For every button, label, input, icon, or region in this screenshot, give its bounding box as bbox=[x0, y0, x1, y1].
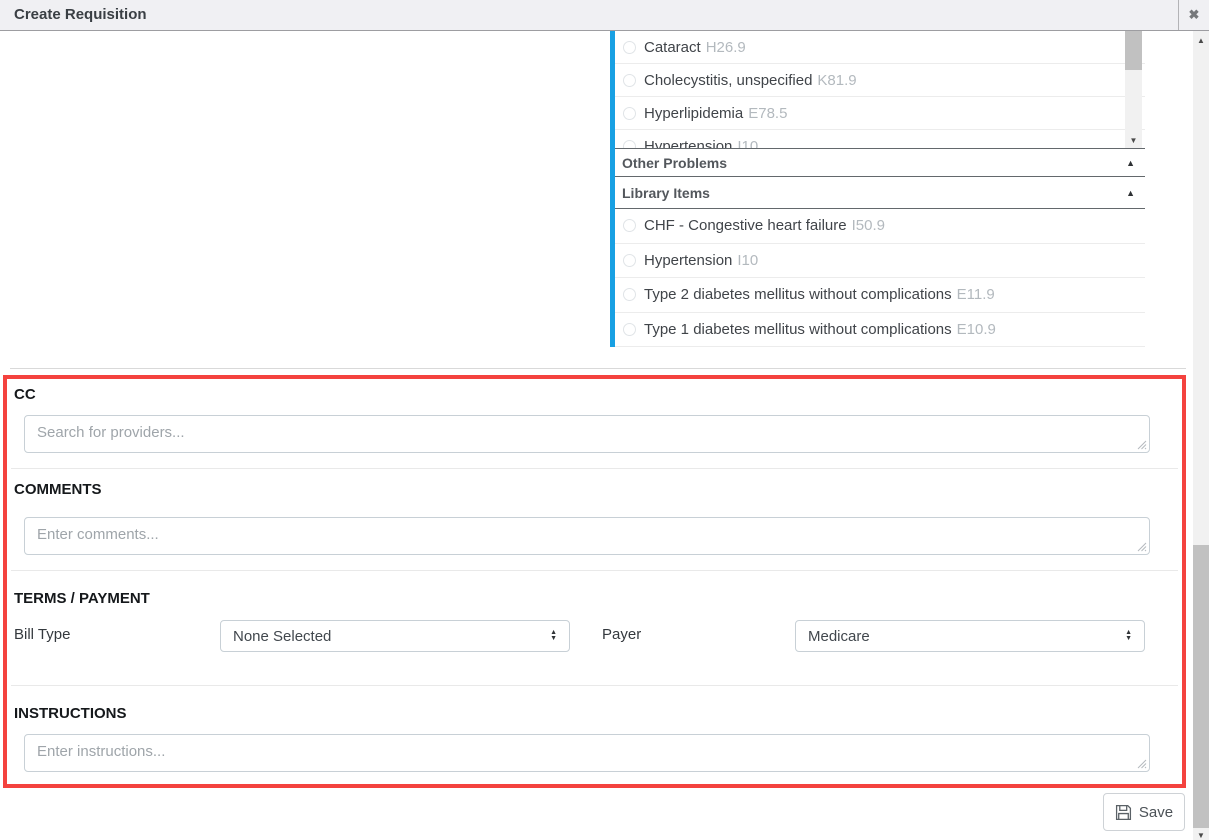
problem-item[interactable]: Cholecystitis, unspecified K81.9 bbox=[615, 64, 1145, 97]
cc-field-wrap bbox=[24, 415, 1150, 453]
page-title: Create Requisition bbox=[14, 6, 147, 23]
comments-label: COMMENTS bbox=[14, 481, 102, 498]
radio-button[interactable] bbox=[623, 107, 636, 120]
bill-type-select[interactable]: None Selected ▲▼ bbox=[220, 620, 570, 652]
close-button[interactable]: ✖ bbox=[1178, 0, 1209, 30]
radio-button[interactable] bbox=[623, 323, 636, 336]
form-divider bbox=[11, 685, 1178, 686]
cc-label: CC bbox=[14, 386, 36, 403]
collapse-icon: ▲ bbox=[1126, 188, 1135, 198]
modal-body: Cataract H26.9 Cholecystitis, unspecifie… bbox=[0, 31, 1209, 840]
form-divider bbox=[11, 468, 1178, 469]
modal-header: Create Requisition ✖ bbox=[0, 0, 1209, 31]
comments-field-wrap bbox=[24, 517, 1150, 555]
radio-button[interactable] bbox=[623, 254, 636, 267]
problem-item[interactable]: Hyperlipidemia E78.5 bbox=[615, 97, 1145, 130]
diagnosis-panel: Cataract H26.9 Cholecystitis, unspecifie… bbox=[610, 31, 1145, 347]
library-item[interactable]: Hypertension I10 bbox=[615, 244, 1145, 279]
scroll-down-icon[interactable]: ▼ bbox=[1193, 832, 1209, 840]
collapse-icon: ▲ bbox=[1126, 158, 1135, 168]
save-icon bbox=[1115, 804, 1132, 821]
payer-label: Payer bbox=[602, 626, 641, 643]
library-item[interactable]: Type 2 diabetes mellitus without complic… bbox=[615, 278, 1145, 313]
comments-input[interactable] bbox=[24, 517, 1150, 555]
save-button[interactable]: Save bbox=[1103, 793, 1185, 831]
other-problems-header[interactable]: Other Problems ▲ bbox=[615, 148, 1145, 177]
section-divider bbox=[10, 368, 1186, 369]
instructions-field-wrap bbox=[24, 734, 1150, 772]
problems-scrollbar[interactable]: ▼ bbox=[1125, 31, 1142, 148]
select-arrows-icon: ▲▼ bbox=[1125, 630, 1132, 642]
instructions-label: INSTRUCTIONS bbox=[14, 705, 127, 722]
radio-button[interactable] bbox=[623, 140, 636, 149]
radio-button[interactable] bbox=[623, 288, 636, 301]
modal-scrollbar[interactable]: ▲ ▼ bbox=[1193, 31, 1209, 840]
requisition-form-highlight: CC COMMENTS TERMS / PAYMENT Bill Type No… bbox=[3, 375, 1186, 788]
scrollbar-thumb[interactable] bbox=[1193, 545, 1209, 828]
problems-scroll-list: Cataract H26.9 Cholecystitis, unspecifie… bbox=[615, 31, 1145, 148]
instructions-input[interactable] bbox=[24, 734, 1150, 772]
radio-button[interactable] bbox=[623, 74, 636, 87]
scroll-up-icon[interactable]: ▲ bbox=[1193, 37, 1209, 45]
scrollbar-thumb[interactable] bbox=[1125, 31, 1142, 70]
library-items-list: CHF - Congestive heart failure I50.9 Hyp… bbox=[615, 209, 1145, 347]
library-item[interactable]: Type 1 diabetes mellitus without complic… bbox=[615, 313, 1145, 348]
problem-item[interactable]: Cataract H26.9 bbox=[615, 31, 1145, 64]
bill-type-label: Bill Type bbox=[14, 626, 70, 643]
scroll-down-icon[interactable]: ▼ bbox=[1125, 136, 1142, 146]
form-divider bbox=[11, 570, 1178, 571]
close-icon: ✖ bbox=[1189, 7, 1200, 23]
library-items-header[interactable]: Library Items ▲ bbox=[615, 177, 1145, 209]
problem-item[interactable]: Hypertension I10 bbox=[615, 130, 1145, 148]
select-arrows-icon: ▲▼ bbox=[550, 630, 557, 642]
payer-select[interactable]: Medicare ▲▼ bbox=[795, 620, 1145, 652]
library-item[interactable]: CHF - Congestive heart failure I50.9 bbox=[615, 209, 1145, 244]
terms-payment-label: TERMS / PAYMENT bbox=[14, 590, 150, 607]
radio-button[interactable] bbox=[623, 219, 636, 232]
cc-providers-input[interactable] bbox=[24, 415, 1150, 453]
radio-button[interactable] bbox=[623, 41, 636, 54]
